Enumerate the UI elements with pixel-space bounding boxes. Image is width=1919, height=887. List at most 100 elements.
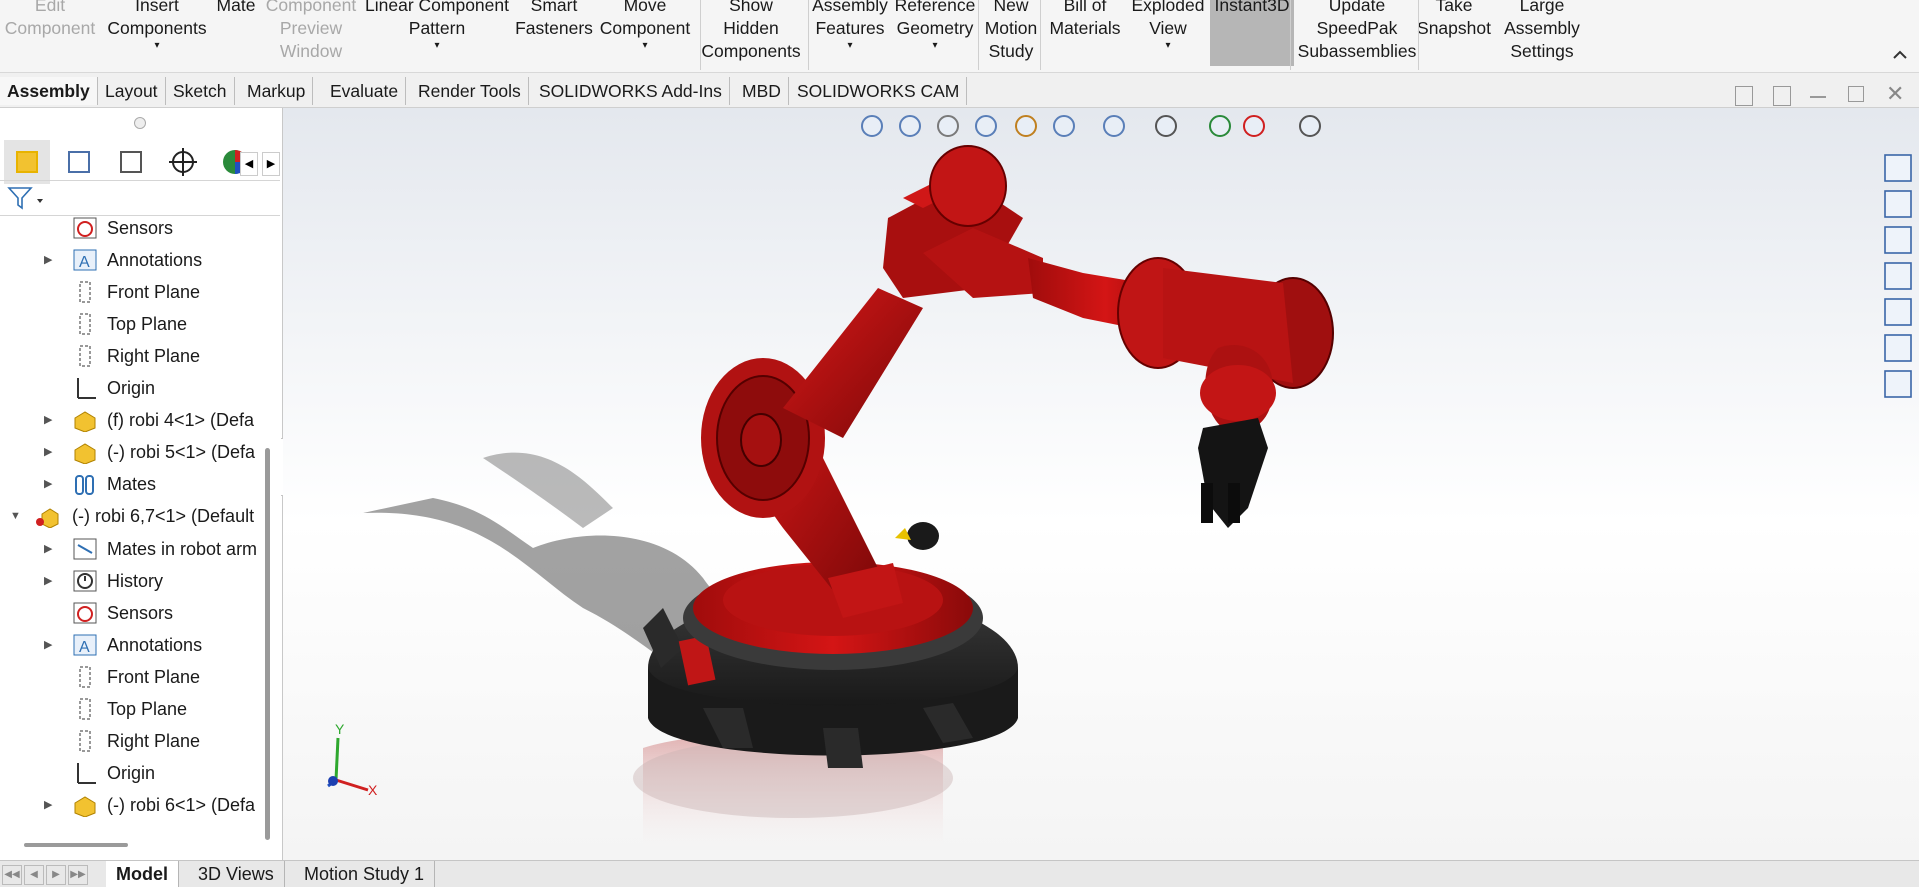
tree-item[interactable]: ▶ (-) robi 5<1> (Defa [0, 436, 262, 468]
chevron-right-icon[interactable]: ▶ [44, 468, 58, 500]
tree-item[interactable]: ▶ History [0, 565, 262, 597]
feature-manager-tab[interactable] [4, 140, 50, 184]
tab-scroll-button[interactable]: ▶▶ [68, 865, 88, 885]
tab-render-tools[interactable]: Render Tools [411, 77, 529, 105]
graphics-area[interactable]: Y X [283, 108, 1919, 860]
tree-filter-button[interactable] [6, 184, 46, 212]
panel-scroll-right-button[interactable]: ▶ [262, 152, 280, 176]
tab-solidworks-cam[interactable]: SOLIDWORKS CAM [790, 77, 968, 105]
tree-item[interactable]: Top Plane [0, 308, 262, 340]
ribbon-button-new-motion-study[interactable]: New Motion Study [980, 0, 1042, 66]
ribbon-button-linear-component-pattern[interactable]: Linear Component Pattern ▾ [364, 0, 510, 66]
ribbon-button-mate[interactable]: Mate [214, 0, 258, 66]
window-close-button[interactable]: ✕ [1886, 83, 1906, 105]
ribbon-button-reference-geometry[interactable]: Reference Geometry ▾ [890, 0, 980, 66]
dropdown-caret-icon[interactable]: ▾ [642, 40, 647, 52]
panel-scroll-left-button[interactable]: ◀ [240, 152, 258, 176]
tab-scroll-button[interactable]: ◀ [24, 865, 44, 885]
tab-solidworks-add-ins[interactable]: SOLIDWORKS Add-Ins [532, 77, 730, 105]
ribbon-button-update-speedpak-subassemblies[interactable]: Update SpeedPak Subassemblies [1294, 0, 1420, 66]
home-tab[interactable] [1882, 188, 1914, 220]
panel-splitter-handle[interactable] [134, 117, 146, 129]
window-tile-right-button[interactable] [1773, 86, 1791, 106]
dropdown-caret-icon[interactable]: ▾ [154, 40, 159, 52]
window-minimize-button[interactable] [1810, 96, 1826, 98]
tree-horizontal-scrollbar[interactable] [24, 843, 128, 847]
ribbon-button-edit-component[interactable]: Edit Component [0, 0, 100, 66]
chevron-right-icon[interactable]: ▶ [44, 789, 58, 821]
bottom-tab-model[interactable]: Model [106, 861, 179, 887]
tree-item[interactable]: Top Plane [0, 693, 262, 725]
ribbon-button-instant3d[interactable]: Instant3D [1210, 0, 1294, 66]
bottom-tab-motion-study-1[interactable]: Motion Study 1 [294, 861, 436, 887]
dropdown-caret-icon[interactable]: ▾ [847, 40, 852, 52]
zoom-to-area-button[interactable] [896, 110, 926, 142]
display-style-button[interactable] [1100, 110, 1130, 142]
tab-scroll-button[interactable]: ◀◀ [2, 865, 22, 885]
previous-view-button[interactable] [934, 110, 964, 142]
dropdown-caret-icon[interactable]: ▾ [932, 40, 937, 52]
chevron-right-icon[interactable]: ▶ [44, 629, 58, 661]
custom-properties-tab[interactable] [1882, 368, 1914, 400]
section-view-button[interactable] [972, 110, 1002, 142]
file-explorer-tab[interactable] [1882, 260, 1914, 292]
ribbon-button-large-assembly-settings[interactable]: Large Assembly Settings [1488, 0, 1596, 66]
edit-appearance-button[interactable] [1206, 110, 1236, 142]
ribbon-button-move-component[interactable]: Move Component ▾ [598, 0, 692, 66]
chevron-right-icon[interactable]: ▶ [44, 244, 58, 276]
tab-sketch[interactable]: Sketch [166, 77, 235, 105]
apply-scene-button[interactable] [1240, 110, 1270, 142]
tab-scroll-button[interactable]: ▶ [46, 865, 66, 885]
tree-item[interactable]: ▼ (-) robi 6,7<1> (Default [0, 500, 262, 532]
bottom-tab-3d-views[interactable]: 3D Views [188, 861, 285, 887]
robot-arm-model[interactable] [283, 108, 1919, 860]
ribbon-button-take-snapshot[interactable]: Take Snapshot [1417, 0, 1491, 66]
property-manager-tab[interactable] [56, 140, 102, 184]
tree-item[interactable]: ▶ A Annotations [0, 629, 262, 661]
tree-item[interactable]: Origin [0, 757, 262, 789]
tree-item[interactable]: ▶ (f) robi 4<1> (Defa [0, 404, 262, 436]
dropdown-caret-icon[interactable]: ▾ [434, 40, 439, 52]
chevron-down-icon[interactable]: ▼ [10, 500, 24, 532]
tab-assembly[interactable]: Assembly [0, 77, 98, 105]
tree-vertical-scrollbar[interactable] [265, 448, 270, 840]
ribbon-button-component-preview-window[interactable]: Component Preview Window [258, 0, 364, 66]
chevron-right-icon[interactable]: ▶ [44, 533, 58, 565]
ribbon-button-insert-components[interactable]: Insert Components ▾ [100, 0, 214, 66]
ribbon-button-bill-of-materials[interactable]: Bill of Materials [1042, 0, 1128, 66]
tree-item[interactable]: ▶ (-) robi 6<1> (Defa [0, 789, 262, 821]
design-library-tab[interactable] [1882, 224, 1914, 256]
view-orientation-button[interactable] [1050, 110, 1080, 142]
zoom-to-fit-button[interactable] [858, 110, 888, 142]
tab-markup[interactable]: Markup [240, 77, 314, 105]
solidworks-resources-tab[interactable] [1882, 152, 1914, 184]
tree-item[interactable]: Right Plane [0, 340, 262, 372]
appearances-tab[interactable] [1882, 332, 1914, 364]
tab-evaluate[interactable]: Evaluate [323, 77, 407, 105]
tree-item[interactable]: Origin [0, 372, 262, 404]
tree-item[interactable]: ▶ Mates in robot arm [0, 533, 262, 565]
hide-show-button[interactable] [1152, 110, 1182, 142]
window-restore-button[interactable] [1848, 86, 1864, 102]
tab-layout[interactable]: Layout [98, 77, 166, 105]
ribbon-button-exploded-view[interactable]: Exploded View ▾ [1128, 0, 1208, 66]
chevron-right-icon[interactable]: ▶ [44, 436, 58, 468]
collapse-ribbon-button[interactable] [1890, 44, 1910, 64]
chevron-right-icon[interactable]: ▶ [44, 565, 58, 597]
tab-mbd[interactable]: MBD [735, 77, 789, 105]
chevron-right-icon[interactable]: ▶ [44, 404, 58, 436]
tree-item[interactable]: Sensors [0, 597, 262, 629]
ribbon-button-show-hidden-components[interactable]: Show Hidden Components [692, 0, 810, 66]
ribbon-button-assembly-features[interactable]: Assembly Features ▾ [810, 0, 890, 66]
tree-item[interactable]: Front Plane [0, 276, 262, 308]
tree-item[interactable]: ▶ Mates [0, 468, 262, 500]
dimxpert-tab[interactable] [160, 140, 206, 184]
tree-item[interactable]: Sensors [0, 212, 262, 244]
dropdown-caret-icon[interactable]: ▾ [1165, 40, 1170, 52]
tree-item[interactable]: Front Plane [0, 661, 262, 693]
window-tile-left-button[interactable] [1735, 86, 1753, 106]
dynamic-annotation-button[interactable] [1012, 110, 1042, 142]
tree-item[interactable]: ▶ A Annotations [0, 244, 262, 276]
configuration-manager-tab[interactable] [108, 140, 154, 184]
view-settings-button[interactable] [1296, 110, 1326, 142]
